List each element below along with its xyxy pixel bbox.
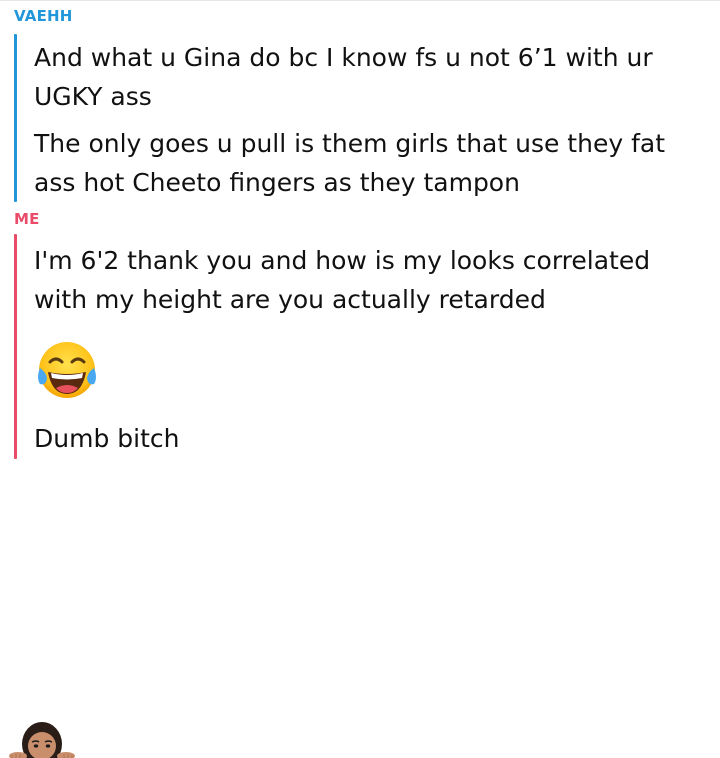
face-with-tears-of-joy-icon[interactable]	[34, 338, 100, 402]
sender-name-me: ME	[14, 210, 40, 228]
chat-message[interactable]: I'm 6'2 thank you and how is my looks co…	[34, 241, 710, 319]
chat-message[interactable]: Dumb bitch	[34, 419, 710, 458]
sender-name-them: VAEHH	[14, 7, 73, 25]
chat-message[interactable]: The only goes u pull is them girls that …	[34, 124, 710, 202]
top-divider	[0, 0, 720, 1]
message-group-bar-them	[14, 34, 17, 202]
message-group-bar-me	[14, 234, 17, 459]
chat-message[interactable]: And what u Gina do bc I know fs u not 6’…	[34, 38, 710, 116]
bitmoji-avatar-icon[interactable]	[8, 718, 76, 758]
